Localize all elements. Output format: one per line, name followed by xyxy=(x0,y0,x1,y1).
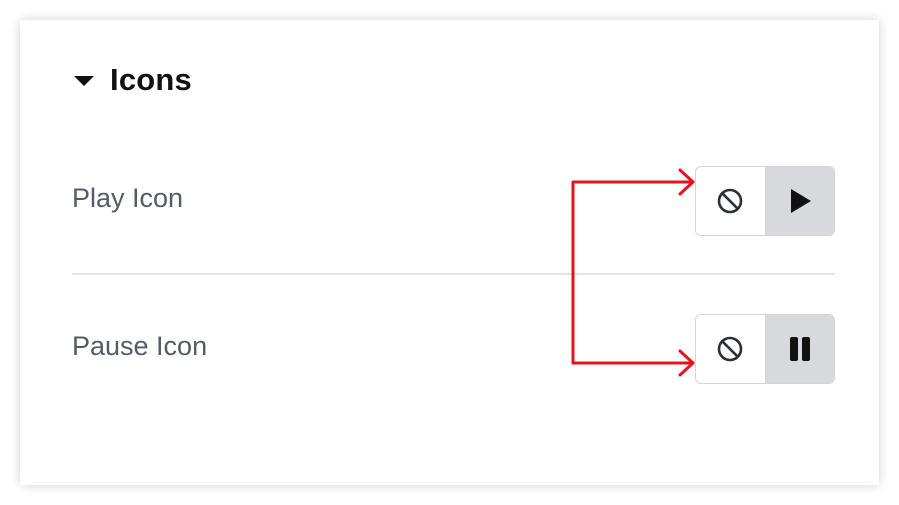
pause-icon-option-none[interactable] xyxy=(696,315,765,383)
section-toggle-icons[interactable]: Icons xyxy=(74,60,192,100)
pause-icon xyxy=(789,337,810,361)
play-icon-label: Play Icon xyxy=(72,183,184,213)
play-icon xyxy=(790,189,811,213)
ban-icon xyxy=(717,188,743,214)
pause-icon-selector xyxy=(695,314,835,384)
pause-icon-label: Pause Icon xyxy=(72,331,208,361)
section-title: Icons xyxy=(110,62,192,97)
row-divider xyxy=(72,273,835,275)
caret-down-icon xyxy=(74,76,94,86)
pause-icon-option-pause[interactable] xyxy=(764,315,834,383)
play-icon-selector xyxy=(695,166,835,236)
icons-settings-card: Icons Play Icon Pause Icon xyxy=(20,20,879,485)
play-icon-option-play[interactable] xyxy=(764,167,834,235)
play-icon-option-none[interactable] xyxy=(696,167,765,235)
ban-icon xyxy=(717,336,743,362)
